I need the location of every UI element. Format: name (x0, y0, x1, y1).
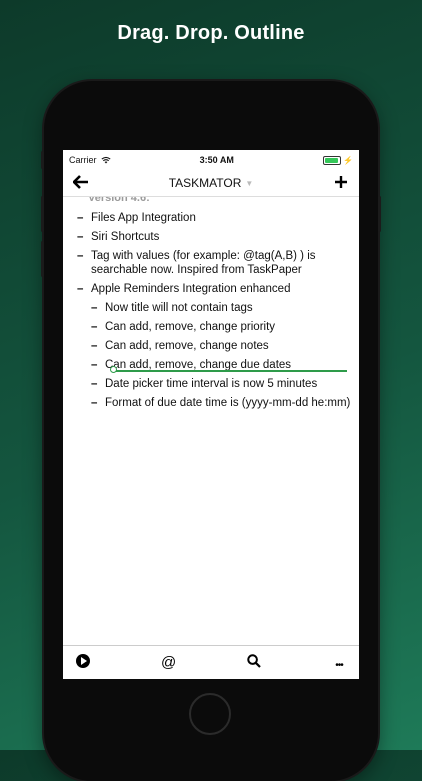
bullet-dash-icon: – (91, 378, 98, 390)
volume-down-button (41, 241, 44, 277)
drag-drop-indicator-line (114, 370, 347, 372)
outline-item-text: Now title will not contain tags (105, 302, 253, 314)
outline-item-text: Apple Reminders Integration enhanced (91, 283, 291, 295)
more-icon: ••• (335, 659, 343, 671)
outline-item[interactable]: – Can add, remove, change notes (77, 334, 351, 353)
outline-item[interactable]: – Tag with values (for example: @tag(A,B)… (77, 244, 351, 277)
outline-item[interactable]: – Siri Shortcuts (77, 225, 351, 244)
outline-item[interactable]: – Format of due date time is (yyyy-mm-dd … (77, 391, 351, 410)
status-bar: Carrier 3:50 AM ⚡ (63, 150, 359, 170)
nav-bar: TASKMATOR ▼ (63, 170, 359, 197)
volume-up-button (41, 196, 44, 232)
bullet-dash-icon: – (91, 302, 98, 314)
outline-item[interactable]: – Apple Reminders Integration enhanced (77, 277, 351, 296)
at-tag-button[interactable]: @ (158, 654, 178, 671)
outline-item-text: Date picker time interval is now 5 minut… (105, 378, 318, 390)
outline-item-text: Can add, remove, change priority (105, 321, 276, 333)
at-icon: @ (160, 654, 176, 671)
mute-switch (41, 151, 44, 169)
search-icon (246, 654, 261, 668)
more-button[interactable]: ••• (329, 655, 349, 671)
nav-title[interactable]: TASKMATOR ▼ (169, 176, 254, 190)
home-button[interactable] (189, 693, 231, 735)
bottom-toolbar: @ ••• (63, 645, 359, 679)
wifi-icon (100, 156, 111, 164)
bullet-dash-icon: – (91, 397, 98, 409)
outline-item[interactable]: – Files App Integration (77, 206, 351, 225)
play-button[interactable] (73, 654, 93, 671)
outline-item-text: Can add, remove, change notes (105, 340, 269, 352)
bullet-dash-icon: – (91, 359, 98, 371)
power-button (378, 196, 381, 232)
outline-item-text: Tag with values (for example: @tag(A,B) … (91, 250, 316, 276)
back-arrow-icon[interactable] (71, 173, 91, 193)
bullet-dash-icon: – (77, 250, 84, 262)
bullet-dash-icon: – (77, 283, 84, 295)
bullet-dash-icon: – (77, 212, 84, 224)
version-heading: Version 4.6: (88, 197, 150, 204)
add-task-button[interactable] (331, 173, 351, 193)
carrier-label: Carrier (69, 155, 97, 165)
bullet-dash-icon: – (77, 231, 84, 243)
search-button[interactable] (244, 654, 264, 671)
outline-item-text: Files App Integration (91, 212, 196, 224)
headline: Drag. Drop. Outline (117, 22, 305, 44)
outline-item[interactable]: – Can add, remove, change priority (77, 315, 351, 334)
app-screen: Carrier 3:50 AM ⚡ TASKMATOR ▼ Version 4.… (63, 150, 359, 679)
bullet-dash-icon: – (91, 321, 98, 333)
chevron-down-icon: ▼ (245, 178, 254, 188)
nav-title-text: TASKMATOR (168, 176, 242, 190)
drag-drop-indicator-knob (110, 366, 117, 373)
outline-item[interactable]: – Date picker time interval is now 5 minu… (77, 372, 351, 391)
charging-bolt-icon: ⚡ (343, 155, 353, 165)
outline-item-text: Siri Shortcuts (91, 231, 160, 243)
outline-content: Version 4.6: – Files App Integration – Siri… (63, 197, 359, 410)
outline-item-text: Format of due date time is (yyyy-mm-dd h… (105, 397, 351, 409)
status-time: 3:50 AM (199, 155, 234, 165)
bullet-dash-icon: – (91, 340, 98, 352)
outline-item[interactable]: – Now title will not contain tags (77, 296, 351, 315)
play-circle-icon (76, 654, 90, 668)
battery-icon (323, 155, 342, 165)
plus-icon (334, 176, 347, 188)
